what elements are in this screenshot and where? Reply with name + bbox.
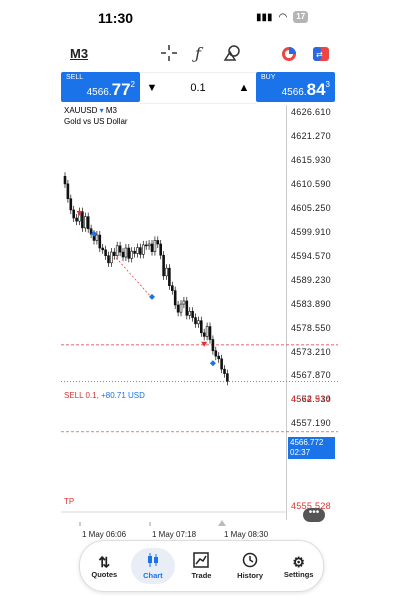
candle-bearish xyxy=(191,310,194,318)
buy-exit-marker xyxy=(209,360,216,367)
current-price-box: 4566.772 02:37 xyxy=(288,437,335,459)
candle-countdown: 02:37 xyxy=(290,448,311,457)
candle-bullish xyxy=(84,216,87,229)
candle-bearish xyxy=(144,244,148,247)
candle-bullish xyxy=(110,251,113,264)
candle-bearish xyxy=(162,254,165,277)
x-tick-label: 1 May 07:18 xyxy=(152,530,197,539)
candle-bearish xyxy=(211,339,215,352)
candle-bullish xyxy=(142,244,145,255)
candle-bearish xyxy=(139,247,142,255)
candle-bearish xyxy=(107,255,110,264)
tab-trade[interactable]: Trade xyxy=(179,548,223,584)
sell-entry-marker xyxy=(201,341,208,347)
y-tick-label: 4605.250 xyxy=(291,202,331,213)
candle-bearish xyxy=(98,234,102,249)
y-tick-label: 4626.610 xyxy=(291,107,331,117)
position-price-label: 4574.914 xyxy=(291,394,331,404)
y-tick-label: 4599.910 xyxy=(291,226,331,237)
candle-bullish xyxy=(179,303,183,313)
y-tick-label: 4594.570 xyxy=(291,250,331,261)
buy-exit-marker xyxy=(149,293,155,300)
candle-bullish xyxy=(205,326,209,337)
more-icon[interactable]: ••• xyxy=(303,508,325,522)
candle-bearish xyxy=(200,320,203,334)
bottom-tab-bar: ⇅ Quotes Chart Trade History ⚙ Settings xyxy=(79,540,324,592)
trend-chart-icon xyxy=(193,552,210,571)
candle-bullish xyxy=(136,247,139,254)
candle-bearish xyxy=(194,317,197,325)
candle-bearish xyxy=(168,267,171,287)
candle-bearish xyxy=(171,285,174,291)
y-tick-label: 4578.550 xyxy=(291,322,331,333)
candle-bearish xyxy=(72,209,75,219)
scroll-marker-icon xyxy=(218,520,226,526)
x-tick-label: 1 May 06:06 xyxy=(82,530,127,539)
candle-bearish xyxy=(202,332,206,337)
y-tick-label: 4615.930 xyxy=(291,154,331,165)
candle-bearish xyxy=(113,251,116,256)
candle-bearish xyxy=(121,251,125,258)
candle-bearish xyxy=(156,240,160,245)
updown-arrows-icon: ⇅ xyxy=(98,553,111,570)
candle-bullish xyxy=(197,320,200,325)
candle-bearish xyxy=(118,245,122,253)
candle-bearish xyxy=(217,355,220,360)
candles-icon xyxy=(146,552,160,571)
candle-bearish xyxy=(104,249,107,256)
candle-bearish xyxy=(223,368,226,374)
candle-bearish xyxy=(208,326,212,340)
x-tick-label: 1 May 08:30 xyxy=(224,530,269,539)
tab-settings[interactable]: ⚙ Settings xyxy=(277,550,321,583)
candle-bullish xyxy=(153,240,157,252)
candle-bullish xyxy=(95,234,99,241)
candle-bullish xyxy=(124,247,128,258)
candle-bearish xyxy=(75,217,78,222)
open-position-label[interactable]: SELL 0.1, +80.71 USD xyxy=(64,391,145,400)
candle-bearish xyxy=(214,350,218,357)
candle-bullish xyxy=(147,243,151,247)
chart-symbol: XAUUSD ▾ M3 xyxy=(64,106,117,115)
candle-bearish xyxy=(86,216,90,230)
candle-bearish xyxy=(173,290,177,306)
candle-bearish xyxy=(101,247,104,251)
candle-bearish xyxy=(176,304,180,313)
price-chart xyxy=(61,172,338,526)
y-tick-label: 4610.590 xyxy=(291,178,331,189)
y-tick-label: 4573.210 xyxy=(291,346,331,357)
candle-bullish xyxy=(130,250,133,259)
candle-bullish xyxy=(182,300,186,305)
candle-bullish xyxy=(188,310,191,316)
y-tick-label: 4583.890 xyxy=(291,298,331,309)
tab-quotes[interactable]: ⇅ Quotes xyxy=(82,550,126,583)
y-tick-label: 4557.190 xyxy=(291,418,331,429)
candle-bullish xyxy=(115,245,119,256)
candle-bearish xyxy=(150,243,154,252)
y-tick-label: 4567.870 xyxy=(291,370,331,381)
y-tick-label: 4621.270 xyxy=(291,130,331,141)
candle-bearish xyxy=(220,358,223,370)
candle-bearish xyxy=(185,300,189,316)
y-tick-label: 4589.230 xyxy=(291,274,331,285)
candle-bearish xyxy=(127,247,131,259)
gear-icon: ⚙ xyxy=(292,553,305,570)
candle-bearish xyxy=(226,373,229,382)
trade-link-line xyxy=(115,257,152,298)
candle-bearish xyxy=(159,243,162,256)
candle-bearish xyxy=(66,183,70,200)
chart-symbol-description: Gold vs US Dollar xyxy=(64,117,128,126)
clock-history-icon xyxy=(242,552,258,571)
take-profit-label[interactable]: TP xyxy=(64,497,74,506)
candle-bearish xyxy=(81,211,84,229)
tab-history[interactable]: History xyxy=(228,548,272,584)
candle-bearish xyxy=(69,198,73,211)
candle-bearish xyxy=(63,175,67,185)
candle-bearish xyxy=(133,250,136,254)
candle-bullish xyxy=(165,267,168,277)
tab-chart[interactable]: Chart xyxy=(130,548,175,584)
